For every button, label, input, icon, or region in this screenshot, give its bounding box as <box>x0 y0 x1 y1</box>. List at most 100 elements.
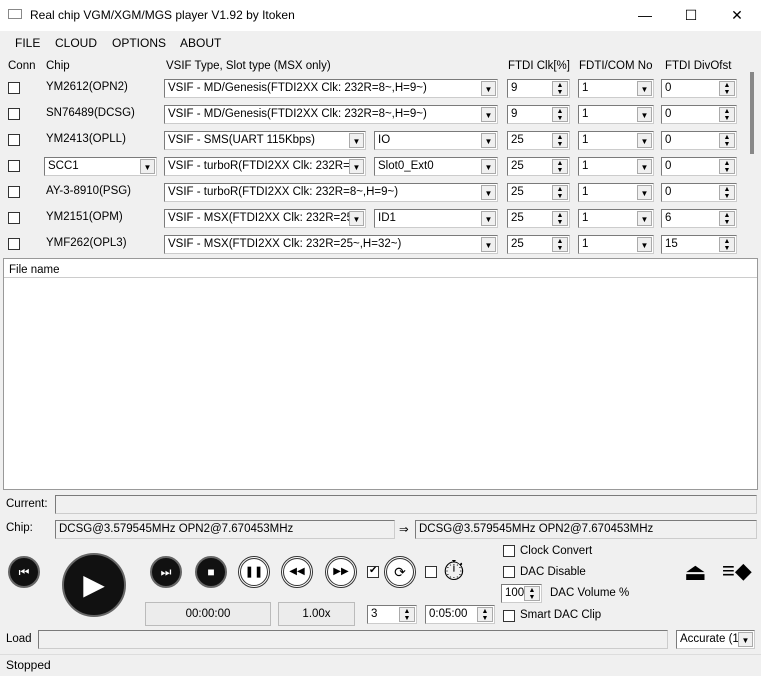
vsif-type-value: VSIF - MD/Genesis(FTDI2XX Clk: 232R=8~,H… <box>168 108 427 120</box>
vsif-type-select[interactable]: VSIF - MSX(FTDI2XX Clk: 232R=25 ▼ <box>164 209 366 228</box>
chip-name: YM2413(OPLL) <box>46 133 126 145</box>
timer-stepper[interactable]: 0:05:00 ▲ ▼ <box>425 605 495 624</box>
clock-convert-checkbox[interactable] <box>503 545 515 557</box>
previous-button[interactable]: ⏮ <box>8 556 40 588</box>
status-text: Stopped <box>6 658 51 672</box>
menu-file[interactable]: FILE <box>15 36 40 50</box>
timer-icon[interactable]: ⏱ <box>443 555 465 588</box>
slot-type-select[interactable]: ID1 ▼ <box>374 209 498 228</box>
chip-select[interactable]: SCC1 ▼ <box>44 157 157 176</box>
com-no-select[interactable]: 1 ▼ <box>578 79 654 98</box>
chip-name: SN76489(DCSG) <box>46 107 135 119</box>
ftdi-clk-stepper[interactable]: 9 ▲ ▼ <box>507 79 570 98</box>
column-file-name[interactable]: File name <box>4 262 757 278</box>
com-no-value: 1 <box>582 108 589 120</box>
slot-type-select[interactable]: IO ▼ <box>374 131 498 150</box>
conn-checkbox[interactable] <box>8 82 20 94</box>
ftdi-divofst-stepper[interactable]: 0 ▲ ▼ <box>661 79 737 98</box>
mode-value: Accurate (1 <box>680 633 739 645</box>
com-no-value: 1 <box>582 82 589 94</box>
chip-name: YM2151(OPM) <box>46 211 123 223</box>
status-bar: Stopped <box>0 654 761 676</box>
next-button[interactable]: ⏭ <box>150 556 182 588</box>
chip-converted-field: DCSG@3.579545MHz OPN2@7.670453MHz <box>415 520 757 539</box>
load-label: Load <box>6 633 32 645</box>
chip-scrollbar[interactable] <box>750 72 754 154</box>
close-button[interactable]: ✕ <box>714 0 760 31</box>
play-button[interactable]: ▶ <box>62 553 126 617</box>
chip-name: YM2612(OPN2) <box>46 81 128 93</box>
vsif-type-select[interactable]: VSIF - MD/Genesis(FTDI2XX Clk: 232R=8~,H… <box>164 79 498 98</box>
pause-button[interactable]: ❚❚ <box>238 556 270 588</box>
stop-button[interactable]: ■ <box>195 556 227 588</box>
vsif-type-value: VSIF - MSX(FTDI2XX Clk: 232R=25~,H=32~) <box>168 238 402 250</box>
dac-volume-label: DAC Volume % <box>550 587 630 599</box>
title-bar: Real chip VGM/XGM/MGS player V1.92 by It… <box>0 0 761 31</box>
smart-dac-checkbox[interactable] <box>503 610 515 622</box>
vsif-type-select[interactable]: VSIF - MSX(FTDI2XX Clk: 232R=25~,H=32~) ▼ <box>164 235 498 254</box>
com-no-select[interactable]: 1 ▼ <box>578 157 654 176</box>
menu-about[interactable]: ABOUT <box>180 36 221 50</box>
file-list[interactable]: File name <box>3 258 758 490</box>
ftdi-clk-stepper[interactable]: 25 ▲ ▼ <box>507 157 570 176</box>
com-no-value: 1 <box>582 160 589 172</box>
fast-forward-button[interactable]: ▶▶ <box>325 556 357 588</box>
maximize-button[interactable]: ☐ <box>668 0 714 31</box>
vsif-type-select[interactable]: VSIF - MD/Genesis(FTDI2XX Clk: 232R=8~,H… <box>164 105 498 124</box>
vsif-type-value: VSIF - MSX(FTDI2XX Clk: 232R=25 <box>168 212 354 224</box>
conn-checkbox[interactable] <box>8 108 20 120</box>
header-vsif: VSIF Type, Slot type (MSX only) <box>166 60 331 72</box>
repeat-button[interactable]: ⟳ <box>384 556 416 588</box>
com-no-select[interactable]: 1 ▼ <box>578 235 654 254</box>
menu-options[interactable]: OPTIONS <box>112 36 166 50</box>
eject-icon[interactable]: ⏏ <box>684 558 707 587</box>
dac-volume-stepper[interactable]: 100 ▲ ▼ <box>501 584 542 603</box>
vsif-type-select[interactable]: VSIF - turboR(FTDI2XX Clk: 232R=8~,H=9~)… <box>164 183 498 202</box>
com-no-value: 1 <box>582 186 589 198</box>
ftdi-divofst-stepper[interactable]: 15 ▲ ▼ <box>661 235 737 254</box>
ftdi-divofst-stepper[interactable]: 0 ▲ ▼ <box>661 131 737 150</box>
timer-checkbox[interactable] <box>425 566 437 578</box>
dac-disable-checkbox[interactable] <box>503 566 515 578</box>
loop-count-stepper[interactable]: 3 ▲ ▼ <box>367 605 417 624</box>
ftdi-clk-value: 25 <box>511 238 524 250</box>
ftdi-clk-stepper[interactable]: 25 ▲ ▼ <box>507 183 570 202</box>
ftdi-clk-stepper[interactable]: 25 ▲ ▼ <box>507 235 570 254</box>
conn-checkbox[interactable] <box>8 160 20 172</box>
ftdi-divofst-stepper[interactable]: 0 ▲ ▼ <box>661 183 737 202</box>
rewind-button[interactable]: ◀◀ <box>281 556 313 588</box>
vsif-type-select[interactable]: VSIF - turboR(FTDI2XX Clk: 232R= ▼ <box>164 157 366 176</box>
conn-checkbox[interactable] <box>8 186 20 198</box>
vsif-type-value: VSIF - turboR(FTDI2XX Clk: 232R=8~,H=9~) <box>168 186 399 198</box>
dac-volume-value: 100 <box>505 587 525 599</box>
slot-type-value: Slot0_Ext0 <box>378 160 434 172</box>
mode-select[interactable]: Accurate (1 ▼ <box>676 630 755 649</box>
minimize-button[interactable]: — <box>622 0 668 31</box>
slot-type-select[interactable]: Slot0_Ext0 ▼ <box>374 157 498 176</box>
ftdi-clk-value: 25 <box>511 134 524 146</box>
ftdi-divofst-stepper[interactable]: 6 ▲ ▼ <box>661 209 737 228</box>
clock-convert-label: Clock Convert <box>520 545 593 557</box>
timer-value: 0:05:00 <box>429 608 468 620</box>
ftdi-clk-value: 9 <box>511 108 518 120</box>
conn-checkbox[interactable] <box>8 212 20 224</box>
app-icon <box>8 9 22 19</box>
loop-checkbox[interactable] <box>367 565 379 578</box>
menu-cloud[interactable]: CLOUD <box>55 36 97 50</box>
com-no-select[interactable]: 1 ▼ <box>578 105 654 124</box>
window-title: Real chip VGM/XGM/MGS player V1.92 by It… <box>30 8 295 22</box>
ftdi-divofst-value: 15 <box>665 238 678 250</box>
ftdi-clk-stepper[interactable]: 9 ▲ ▼ <box>507 105 570 124</box>
conn-checkbox[interactable] <box>8 134 20 146</box>
com-no-select[interactable]: 1 ▼ <box>578 131 654 150</box>
playlist-edit-icon[interactable]: ≡◆ <box>722 558 752 584</box>
dac-disable-label: DAC Disable <box>520 566 586 578</box>
ftdi-clk-stepper[interactable]: 25 ▲ ▼ <box>507 209 570 228</box>
conn-checkbox[interactable] <box>8 238 20 250</box>
com-no-select[interactable]: 1 ▼ <box>578 183 654 202</box>
ftdi-divofst-stepper[interactable]: 0 ▲ ▼ <box>661 105 737 124</box>
ftdi-clk-stepper[interactable]: 25 ▲ ▼ <box>507 131 570 150</box>
ftdi-divofst-stepper[interactable]: 0 ▲ ▼ <box>661 157 737 176</box>
com-no-select[interactable]: 1 ▼ <box>578 209 654 228</box>
vsif-type-select[interactable]: VSIF - SMS(UART 115Kbps) ▼ <box>164 131 366 150</box>
